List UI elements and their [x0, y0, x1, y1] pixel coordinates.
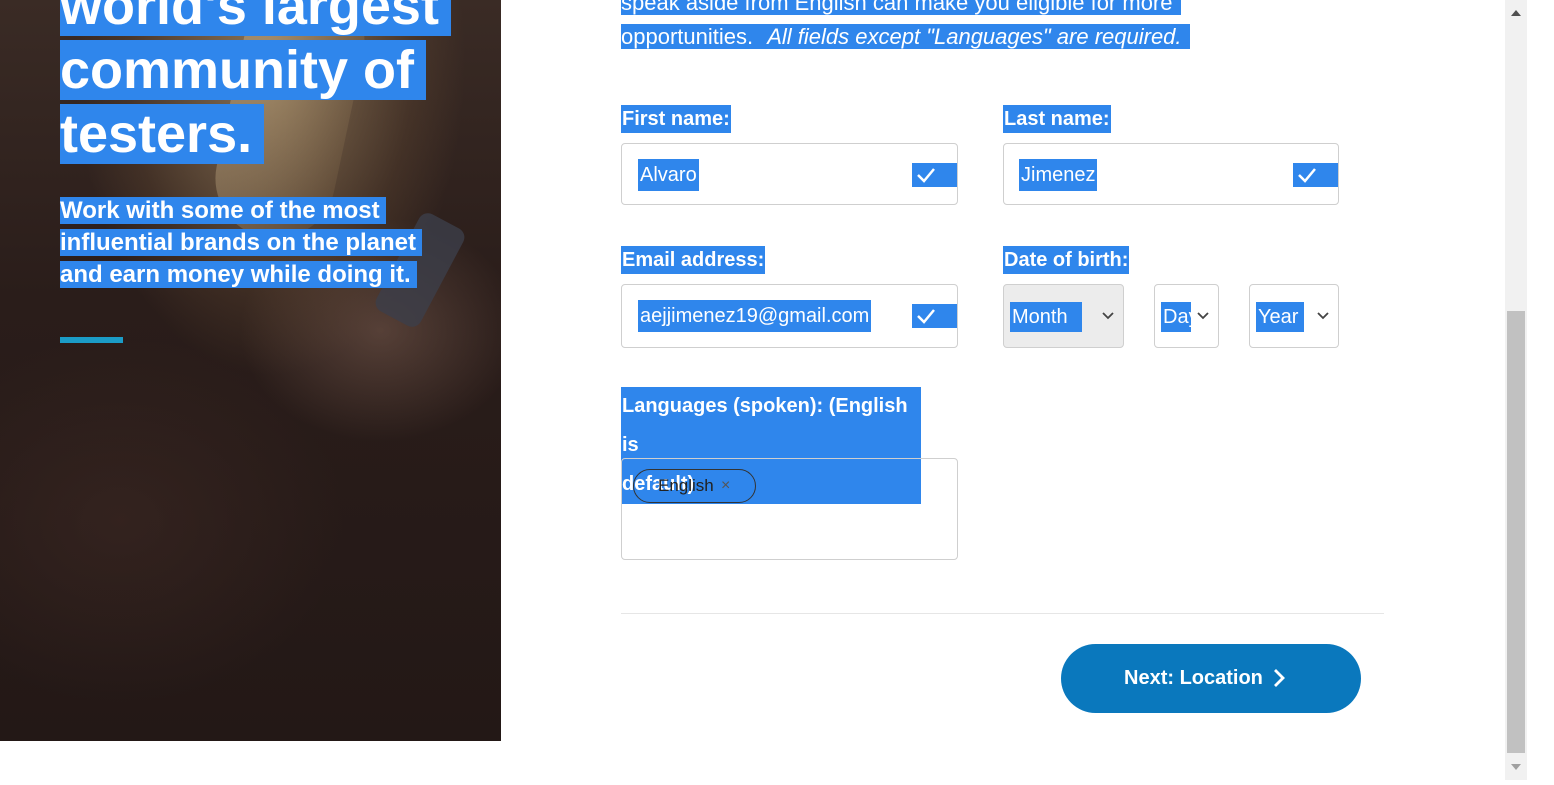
check-icon: [912, 163, 957, 187]
language-chip[interactable]: English ×: [633, 469, 756, 503]
first-name-field[interactable]: Alvaro: [621, 143, 958, 205]
chevron-right-icon: [1272, 668, 1286, 694]
check-icon: [1293, 163, 1338, 187]
first-name-label: First name:: [621, 105, 731, 133]
last-name-value: Jimenez: [1019, 159, 1098, 191]
email-value: aejjimenez19@gmail.com: [638, 300, 872, 332]
dob-day-select[interactable]: Day: [1154, 284, 1219, 348]
hero-subtitle-line: Work with some of the most: [60, 197, 386, 224]
languages-input[interactable]: English ×: [621, 458, 958, 560]
dob-day-value: Day: [1161, 302, 1191, 332]
language-chip-label: English: [658, 476, 714, 495]
hero-title: world's largest community of testers.: [60, 0, 460, 166]
last-name-field[interactable]: Jimenez: [1003, 143, 1339, 205]
accent-bar: [60, 337, 123, 343]
intro-line-1: speak aside from English can make you el…: [621, 0, 1181, 15]
required-note: All fields except "Languages" are requir…: [767, 24, 1182, 49]
last-name-label: Last name:: [1003, 105, 1111, 133]
dob-year-value: Year: [1256, 302, 1305, 332]
next-location-button[interactable]: Next: Location: [1061, 644, 1361, 713]
hero-title-line: world's largest: [60, 0, 451, 36]
next-button-label: Next: Location: [1124, 667, 1263, 689]
hero-title-line: community of: [60, 40, 427, 100]
chevron-down-icon: [1316, 309, 1330, 328]
email-field[interactable]: aejjimenez19@gmail.com: [621, 284, 958, 348]
hero-image-panel: world's largest community of testers. Wo…: [0, 0, 501, 741]
divider: [621, 613, 1384, 614]
first-name-value: Alvaro: [638, 159, 699, 191]
vertical-scrollbar[interactable]: [1505, 0, 1527, 780]
email-label: Email address:: [621, 246, 766, 274]
dob-label: Date of birth:: [1003, 246, 1130, 274]
hero-subtitle: Work with some of the most influential b…: [60, 195, 450, 291]
form-intro-text: speak aside from English can make you el…: [621, 0, 1231, 54]
dob-year-select[interactable]: Year: [1249, 284, 1339, 348]
dob-month-value: Month: [1010, 302, 1082, 332]
scrollbar-thumb[interactable]: [1507, 311, 1525, 753]
chevron-down-icon: [1196, 309, 1210, 328]
check-icon: [912, 304, 957, 328]
chevron-down-icon: [1101, 309, 1115, 328]
dob-month-select[interactable]: Month: [1003, 284, 1124, 348]
intro-line-2: opportunities.: [621, 24, 762, 49]
hero-subtitle-line: influential brands on the planet: [60, 229, 423, 256]
close-icon[interactable]: ×: [721, 470, 730, 502]
scroll-down-arrow-icon[interactable]: [1505, 754, 1527, 780]
hero-title-line: testers.: [60, 104, 265, 164]
hero-subtitle-line: and earn money while doing it.: [60, 261, 417, 288]
languages-label-line1: Languages (spoken): (English is: [622, 395, 908, 456]
scroll-up-arrow-icon[interactable]: [1505, 0, 1527, 26]
